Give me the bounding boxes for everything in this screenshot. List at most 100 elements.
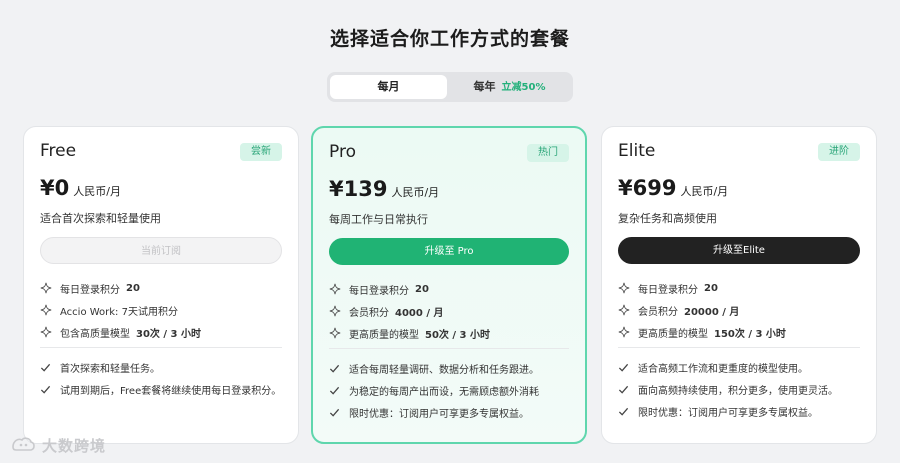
feature-label: 每日登录积分 bbox=[349, 285, 409, 297]
price-amount: ¥139 bbox=[329, 177, 388, 201]
checkmark-icon bbox=[40, 363, 51, 372]
benefit-item: 首次探索和轻量任务。 bbox=[40, 356, 282, 378]
feature-label: 更高质量的模型 bbox=[349, 329, 419, 341]
plan-name: Elite bbox=[618, 141, 656, 161]
checkmark-icon bbox=[329, 408, 340, 417]
price-unit: 人民币/月 bbox=[680, 185, 729, 198]
sparkle-icon bbox=[618, 326, 630, 338]
divider bbox=[329, 348, 569, 349]
sparkle-icon bbox=[618, 282, 630, 294]
plan-badge: 热门 bbox=[527, 144, 569, 162]
upgrade-pro-button[interactable]: 升级至 Pro bbox=[329, 238, 569, 265]
feature-value: 30次 / 3 小时 bbox=[136, 328, 201, 340]
benefit-item: 限时优惠：订阅用户可享更多专属权益。 bbox=[329, 401, 569, 423]
benefit-item: 适合每周轻量调研、数据分析和任务跟进。 bbox=[329, 357, 569, 379]
plan-card-elite: Elite 进阶 ¥699 人民币/月 复杂任务和高频使用 升级至Elite 每日… bbox=[601, 126, 877, 444]
benefit-text: 适合高频工作流和更重度的模型使用。 bbox=[638, 363, 808, 375]
benefit-text: 首次探索和轻量任务。 bbox=[60, 363, 160, 375]
feature-item: 包含高质量模型 30次 / 3 小时 bbox=[40, 321, 282, 343]
current-plan-button[interactable]: 当前订阅 bbox=[40, 237, 282, 264]
feature-value: 20 bbox=[415, 283, 429, 295]
plan-badge: 尝新 bbox=[240, 143, 282, 161]
checkmark-icon bbox=[40, 385, 51, 394]
monthly-option[interactable]: 每月 bbox=[330, 75, 447, 99]
feature-item: Accio Work: 7天试用积分 bbox=[40, 299, 282, 321]
watermark: 大数跨境 bbox=[10, 434, 106, 456]
feature-item: 每日登录积分 20 bbox=[40, 277, 282, 299]
plan-description: 复杂任务和高频使用 bbox=[618, 212, 717, 225]
feature-item: 会员积分 20000 / 月 bbox=[618, 299, 860, 321]
benefit-text: 限时优惠：订阅用户可享更多专属权益。 bbox=[349, 408, 529, 420]
feature-list: 每日登录积分 20 会员积分 4000 / 月 更高质量的模型 50次 / 3 … bbox=[329, 278, 569, 344]
price-amount: ¥699 bbox=[618, 176, 677, 200]
plan-description: 适合首次探索和轻量使用 bbox=[40, 212, 161, 225]
plan-price: ¥0 人民币/月 bbox=[40, 176, 121, 200]
benefit-item: 适合高频工作流和更重度的模型使用。 bbox=[618, 356, 860, 378]
feature-value: 50次 / 3 小时 bbox=[425, 329, 490, 341]
sparkle-icon bbox=[329, 327, 341, 339]
yearly-option[interactable]: 每年 立减50% bbox=[449, 75, 570, 99]
plan-price: ¥699 人民币/月 bbox=[618, 176, 728, 200]
checkmark-icon bbox=[329, 386, 340, 395]
benefit-item: 限时优惠：订阅用户可享更多专属权益。 bbox=[618, 400, 860, 422]
feature-value: 20 bbox=[126, 282, 140, 294]
monthly-label: 每月 bbox=[377, 80, 400, 93]
feature-item: 会员积分 4000 / 月 bbox=[329, 300, 569, 322]
plan-name: Pro bbox=[329, 142, 356, 162]
feature-item: 每日登录积分 20 bbox=[618, 277, 860, 299]
feature-value: 20000 / 月 bbox=[684, 306, 740, 318]
benefit-item: 为稳定的每周产出而设，无需顾虑额外消耗 bbox=[329, 379, 569, 401]
price-unit: 人民币/月 bbox=[73, 185, 121, 198]
divider bbox=[618, 347, 860, 348]
upgrade-elite-button[interactable]: 升级至Elite bbox=[618, 237, 860, 264]
benefit-text: 面向高频持续使用，积分更多，使用更灵活。 bbox=[638, 385, 838, 397]
checkmark-icon bbox=[618, 407, 629, 416]
feature-label: 每日登录积分 bbox=[60, 284, 120, 296]
feature-label: 包含高质量模型 bbox=[60, 328, 130, 340]
benefit-text: 限时优惠：订阅用户可享更多专属权益。 bbox=[638, 407, 818, 419]
feature-label: 每日登录积分 bbox=[638, 284, 698, 296]
yearly-discount-label: 立减50% bbox=[501, 82, 546, 93]
price-amount: ¥0 bbox=[40, 176, 70, 200]
feature-list: 每日登录积分 20 会员积分 20000 / 月 更高质量的模型 150次 / … bbox=[618, 277, 860, 343]
sparkle-icon bbox=[40, 304, 52, 316]
yearly-label: 每年 bbox=[473, 80, 496, 93]
benefit-list: 首次探索和轻量任务。 试用到期后，Free套餐将继续使用每日登录积分。 bbox=[40, 356, 282, 400]
plan-card-pro: Pro 热门 ¥139 人民币/月 每周工作与日常执行 升级至 Pro 每日登录积… bbox=[311, 126, 587, 444]
divider bbox=[40, 347, 282, 348]
feature-label: Accio Work: 7天试用积分 bbox=[60, 306, 178, 318]
feature-list: 每日登录积分 20 Accio Work: 7天试用积分 包含高质量模型 30次… bbox=[40, 277, 282, 343]
checkmark-icon bbox=[329, 364, 340, 373]
feature-label: 会员积分 bbox=[349, 307, 389, 319]
watermark-text: 大数跨境 bbox=[42, 436, 107, 455]
sparkle-icon bbox=[329, 283, 341, 295]
plan-badge: 进阶 bbox=[818, 143, 860, 161]
page-title: 选择适合你工作方式的套餐 bbox=[329, 28, 570, 50]
checkmark-icon bbox=[618, 363, 629, 372]
sparkle-icon bbox=[40, 326, 52, 338]
benefit-item: 试用到期后，Free套餐将继续使用每日登录积分。 bbox=[40, 378, 282, 400]
plan-name: Free bbox=[40, 141, 77, 161]
sparkle-icon bbox=[40, 282, 52, 294]
plan-price: ¥139 人民币/月 bbox=[329, 177, 439, 201]
watermark-logo-icon bbox=[12, 437, 35, 451]
benefit-text: 适合每周轻量调研、数据分析和任务跟进。 bbox=[349, 364, 539, 376]
feature-value: 20 bbox=[704, 282, 718, 294]
billing-period-toggle: 每月 每年 立减50% bbox=[327, 72, 573, 102]
sparkle-icon bbox=[329, 305, 341, 317]
feature-item: 更高质量的模型 150次 / 3 小时 bbox=[618, 321, 860, 343]
plan-description: 每周工作与日常执行 bbox=[329, 213, 428, 226]
benefit-item: 面向高频持续使用，积分更多，使用更灵活。 bbox=[618, 378, 860, 400]
sparkle-icon bbox=[618, 304, 630, 316]
checkmark-icon bbox=[618, 385, 629, 394]
benefit-list: 适合高频工作流和更重度的模型使用。 面向高频持续使用，积分更多，使用更灵活。 限… bbox=[618, 356, 860, 422]
feature-item: 更高质量的模型 50次 / 3 小时 bbox=[329, 322, 569, 344]
feature-label: 会员积分 bbox=[638, 306, 678, 318]
benefit-text: 为稳定的每周产出而设，无需顾虑额外消耗 bbox=[349, 386, 539, 398]
feature-value: 4000 / 月 bbox=[395, 307, 444, 319]
feature-value: 150次 / 3 小时 bbox=[714, 328, 786, 340]
price-unit: 人民币/月 bbox=[391, 186, 440, 199]
benefit-list: 适合每周轻量调研、数据分析和任务跟进。 为稳定的每周产出而设，无需顾虑额外消耗 … bbox=[329, 357, 569, 423]
plan-card-free: Free 尝新 ¥0 人民币/月 适合首次探索和轻量使用 当前订阅 每日登录积分 … bbox=[23, 126, 299, 444]
feature-item: 每日登录积分 20 bbox=[329, 278, 569, 300]
